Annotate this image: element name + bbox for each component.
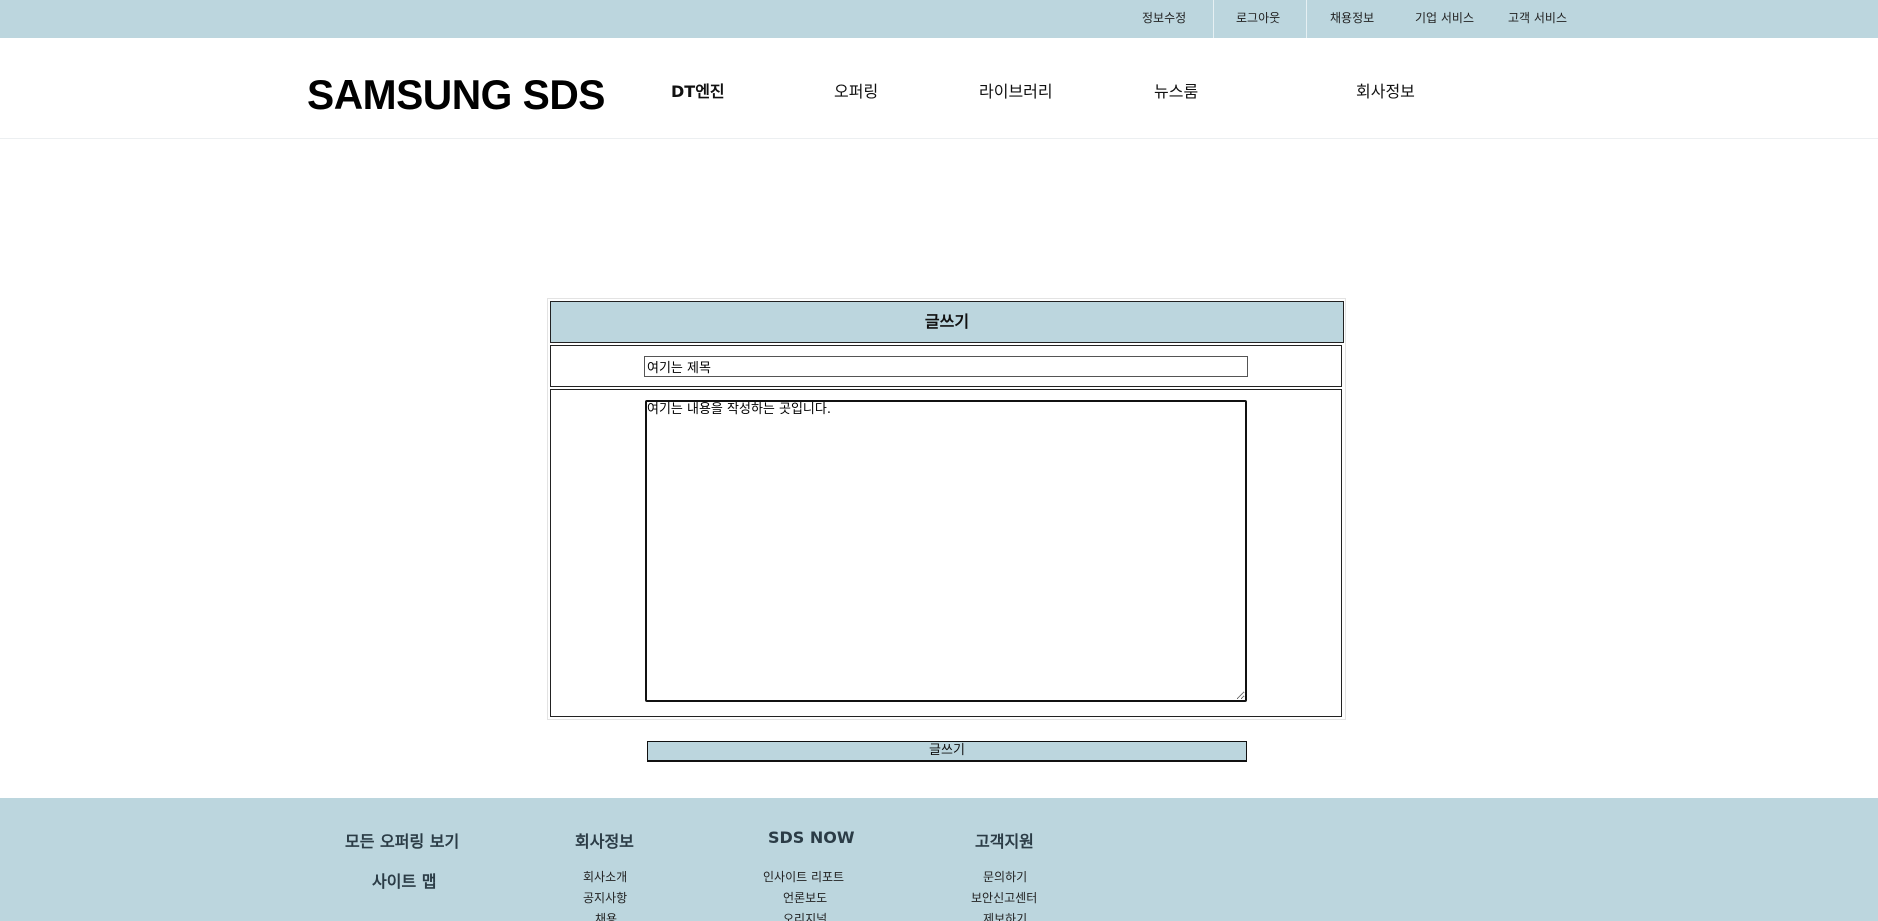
nav-offering[interactable]: 오퍼링 — [834, 78, 878, 102]
divider — [1306, 0, 1307, 38]
site-header: SAMSUNG SDS DT엔진 오퍼링 라이브러리 뉴스룸 회사정보 — [0, 38, 1878, 139]
footer-link-notice[interactable]: 공지사항 — [583, 889, 627, 906]
footer-link-original[interactable]: 오리지널 — [783, 910, 827, 921]
samsung-sds-logo[interactable]: SAMSUNG SDS — [307, 74, 605, 116]
submit-button[interactable]: 글쓰기 — [647, 741, 1247, 762]
all-offerings-link[interactable]: 모든 오퍼링 보기 — [345, 828, 459, 852]
logout-link[interactable]: 로그아웃 — [1236, 0, 1280, 38]
footer-support-heading[interactable]: 고객지원 — [975, 828, 1034, 852]
footer-sds-now-heading[interactable]: SDS NOW — [768, 828, 855, 847]
nav-newsroom[interactable]: 뉴스룸 — [1154, 78, 1198, 102]
content-textarea[interactable]: 여기는 내용을 작성하는 곳입니다. — [645, 400, 1247, 702]
footer-link-inquiry[interactable]: 문의하기 — [983, 868, 1027, 885]
footer-link-careers[interactable]: 채용 — [595, 910, 617, 921]
edit-profile-link[interactable]: 정보수정 — [1142, 0, 1186, 38]
footer-company-heading[interactable]: 회사정보 — [575, 828, 634, 852]
footer-link-press[interactable]: 언론보도 — [783, 889, 827, 906]
footer-link-security-report[interactable]: 보안신고센터 — [971, 889, 1037, 906]
sitemap-link[interactable]: 사이트 맵 — [372, 868, 436, 892]
top-utility-bar: 정보수정 로그아웃 채용정보 기업 서비스 고객 서비스 — [0, 0, 1878, 38]
site-footer: 모든 오퍼링 보기 사이트 맵 회사정보 회사소개 공지사항 채용 SDS NO… — [0, 798, 1878, 921]
divider — [1213, 0, 1214, 38]
footer-link-insight-report[interactable]: 인사이트 리포트 — [763, 868, 844, 885]
careers-link[interactable]: 채용정보 — [1330, 0, 1374, 38]
form-heading: 글쓰기 — [550, 301, 1344, 343]
nav-dt-engine[interactable]: DT엔진 — [671, 78, 725, 102]
customer-service-link[interactable]: 고객 서비스 — [1508, 0, 1567, 38]
footer-link-whistleblow[interactable]: 제보하기 — [983, 910, 1027, 921]
nav-company-info[interactable]: 회사정보 — [1356, 78, 1415, 102]
footer-link-about[interactable]: 회사소개 — [583, 868, 627, 885]
nav-library[interactable]: 라이브러리 — [979, 78, 1053, 102]
title-input[interactable] — [644, 356, 1248, 377]
enterprise-service-link[interactable]: 기업 서비스 — [1415, 0, 1474, 38]
